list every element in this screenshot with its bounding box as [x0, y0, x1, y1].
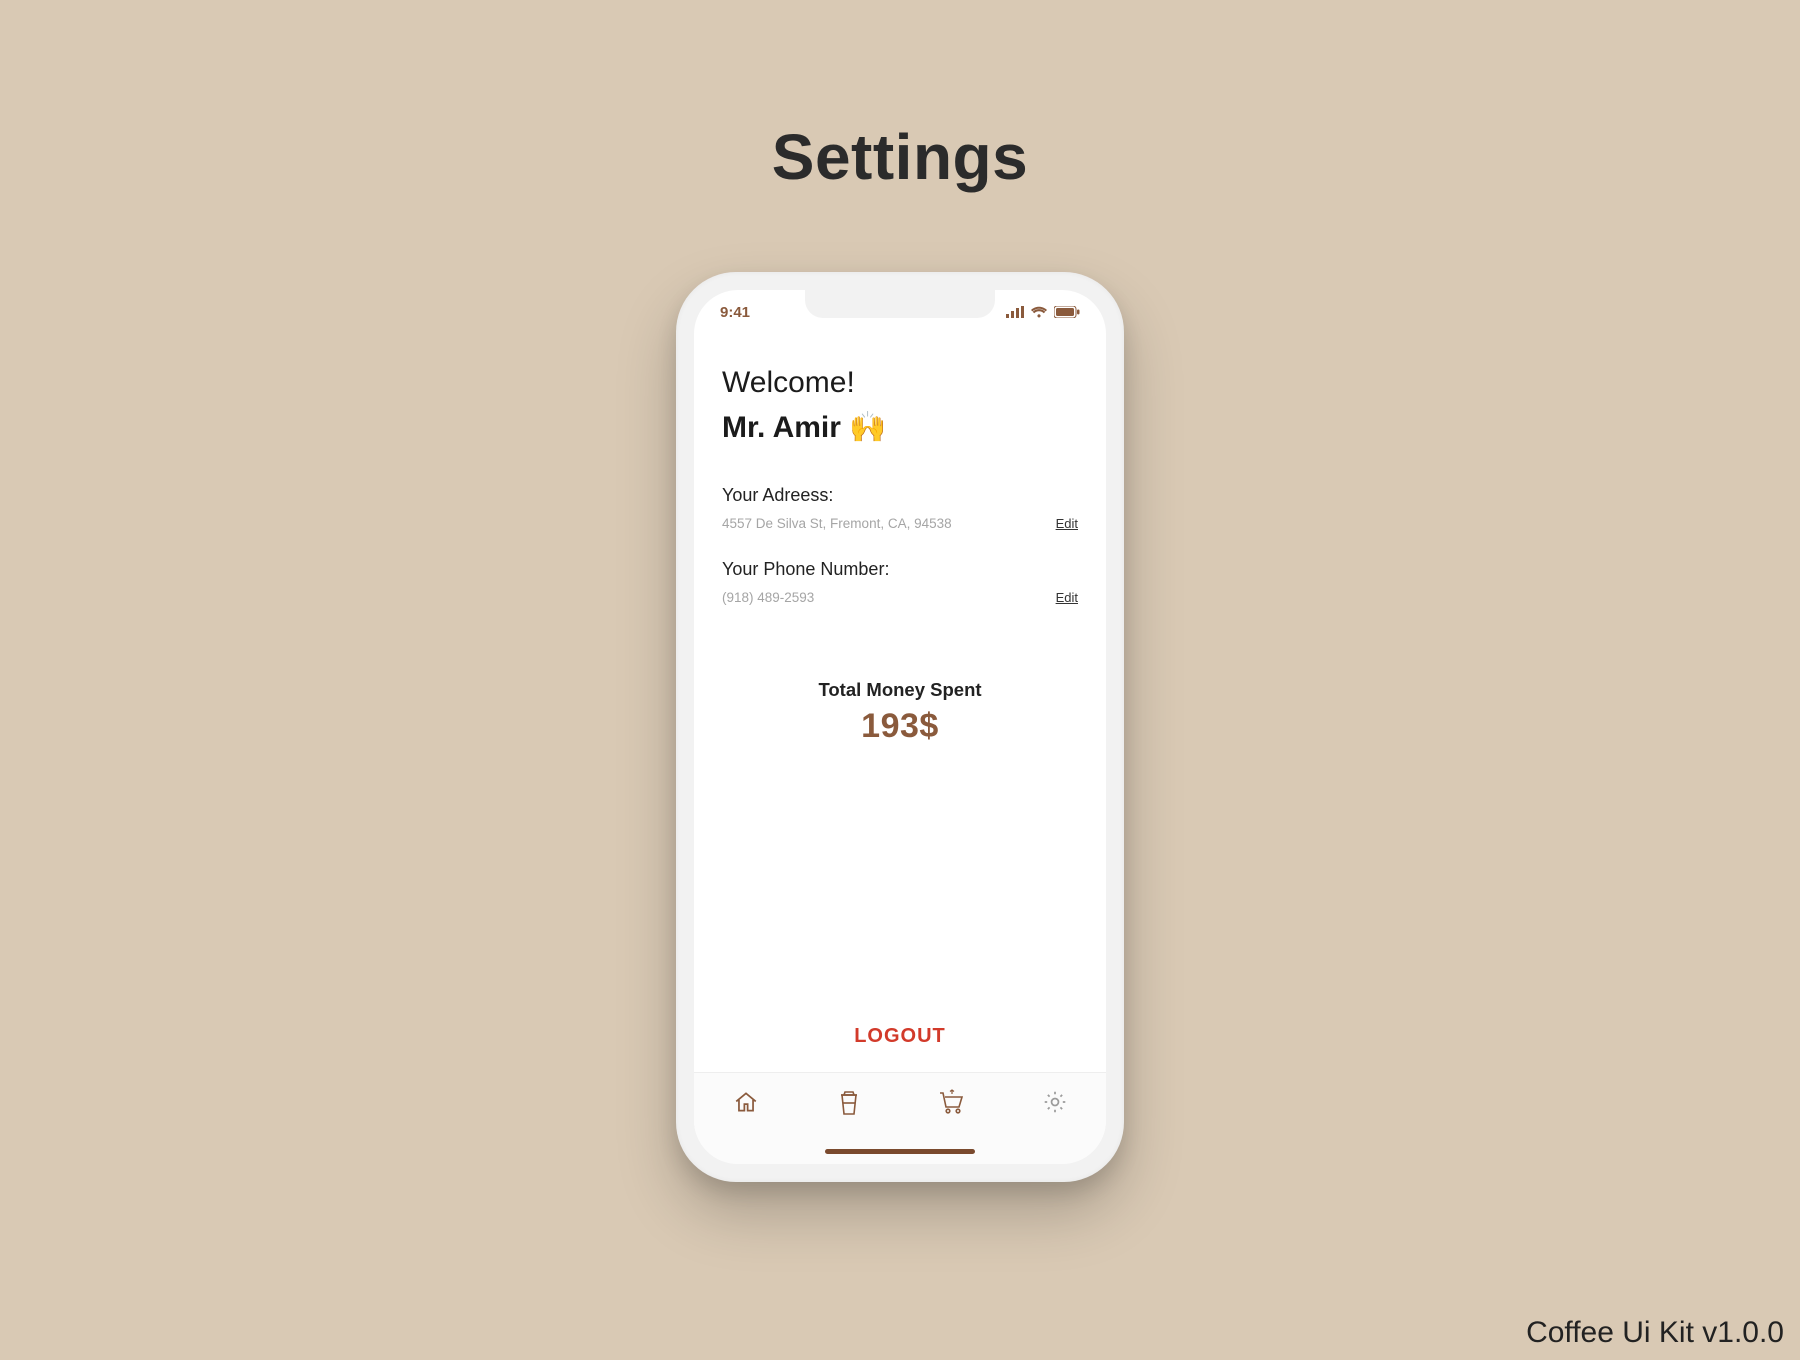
edit-address-button[interactable]: Edit	[1056, 516, 1078, 531]
wifi-icon	[1030, 306, 1048, 318]
nav-cart[interactable]	[935, 1087, 969, 1121]
phone-notch	[805, 290, 995, 318]
phone-value: (918) 489-2593	[722, 590, 814, 605]
logout-button[interactable]: LOGOUT	[694, 1025, 1106, 1048]
status-time: 9:41	[720, 304, 750, 321]
nav-home[interactable]	[729, 1087, 763, 1121]
total-spent-block: Total Money Spent 193$	[722, 679, 1078, 746]
address-value: 4557 De Silva St, Fremont, CA, 94538	[722, 516, 952, 531]
settings-content: Welcome! Mr. Amir 🙌 Your Adreess: 4557 D…	[694, 360, 1106, 1164]
kit-version-label: Coffee Ui Kit v1.0.0	[1526, 1316, 1784, 1350]
phone-section: Your Phone Number: (918) 489-2593 Edit	[722, 559, 1078, 605]
home-icon	[733, 1089, 759, 1120]
phone-mockup: 9:41	[676, 272, 1124, 1182]
edit-phone-button[interactable]: Edit	[1056, 590, 1078, 605]
address-label: Your Adreess:	[722, 485, 1078, 506]
nav-settings[interactable]	[1038, 1087, 1072, 1121]
welcome-text: Welcome!	[722, 366, 1078, 400]
status-icons	[1006, 306, 1080, 318]
address-section: Your Adreess: 4557 De Silva St, Fremont,…	[722, 485, 1078, 531]
nav-menu[interactable]	[832, 1087, 866, 1121]
user-name: Mr. Amir 🙌	[722, 410, 1078, 445]
bottom-nav	[694, 1072, 1106, 1164]
page-title: Settings	[0, 120, 1800, 194]
gear-icon	[1042, 1089, 1068, 1120]
phone-label: Your Phone Number:	[722, 559, 1078, 580]
total-spent-label: Total Money Spent	[722, 679, 1078, 701]
battery-icon	[1054, 306, 1080, 318]
cellular-icon	[1006, 306, 1024, 318]
phone-screen: 9:41	[694, 290, 1106, 1164]
cart-icon	[938, 1089, 966, 1120]
total-spent-value: 193$	[722, 707, 1078, 746]
home-indicator	[825, 1149, 975, 1154]
cup-icon	[837, 1088, 861, 1121]
